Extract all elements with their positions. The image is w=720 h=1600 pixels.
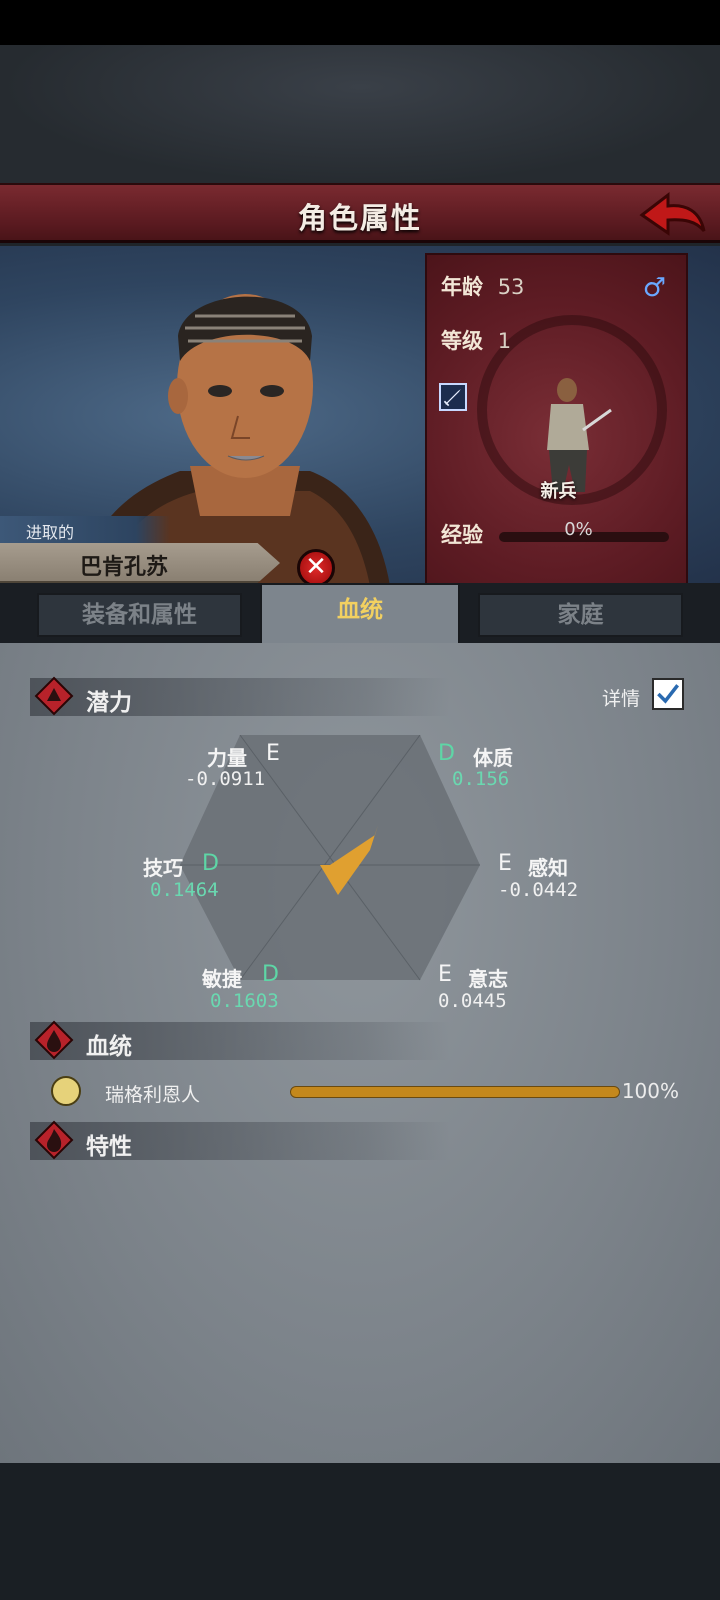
potential-icon <box>34 676 74 716</box>
stat-agility-value: 0.1603 <box>210 990 279 1012</box>
tab-bloodline[interactable]: 血统 <box>260 583 460 643</box>
level-row: 等级 1 <box>441 325 511 355</box>
status-bar <box>0 0 720 45</box>
bottom-background <box>0 1463 720 1600</box>
potential-title: 潜力 <box>86 690 132 716</box>
level-label: 等级 <box>441 329 483 353</box>
traits-header: 特性 <box>30 1120 450 1160</box>
stat-will-value: 0.0445 <box>438 990 507 1012</box>
bloodline-row[interactable]: 瑞格利恩人 100% <box>45 1074 695 1110</box>
level-value: 1 <box>497 329 512 353</box>
class-label: 新兵 <box>540 481 577 502</box>
male-icon: ♂ <box>642 273 666 303</box>
potential-header: 潜力 <box>30 676 450 716</box>
dagger-icon[interactable] <box>439 383 467 411</box>
stat-skill-value: 0.1464 <box>150 879 219 901</box>
age-label: 年龄 <box>441 275 483 299</box>
stat-constitution-value: 0.156 <box>452 768 510 790</box>
tab-equipment[interactable]: 装备和属性 <box>37 593 242 637</box>
stat-strength-value: -0.0911 <box>185 768 266 790</box>
stat-strength-name: 力量 <box>207 746 247 770</box>
stat-perception-grade: E <box>498 851 512 876</box>
tab-bar: 装备和属性 血统 家庭 <box>0 583 720 643</box>
dismiss-button[interactable]: ✕ <box>297 549 335 587</box>
trait-label: 进取的 <box>0 516 170 544</box>
traits-title: 特性 <box>86 1134 132 1160</box>
stat-agility-name: 敏捷 <box>202 967 242 991</box>
bloodline-bar <box>290 1086 620 1098</box>
bloodline-percent: 100% <box>621 1079 679 1103</box>
bloodline-name: 瑞格利恩人 <box>105 1084 201 1106</box>
title-banner: 角色属性 <box>0 183 720 243</box>
stat-skill-grade: D <box>202 851 219 876</box>
bloodline-title: 血统 <box>86 1034 132 1060</box>
stat-constitution-grade: D <box>438 741 455 766</box>
close-icon: ✕ <box>305 552 327 582</box>
flame-icon <box>34 1120 74 1160</box>
age-row: 年龄 53 <box>441 271 524 301</box>
details-label: 详情 <box>602 688 641 710</box>
stat-will-name: 意志 <box>468 967 508 991</box>
exp-value: 0% <box>564 519 593 540</box>
stat-constitution-name: 体质 <box>473 746 513 770</box>
blood-drop-icon <box>34 1020 74 1060</box>
name-plate[interactable]: 巴肯孔苏 <box>0 543 280 583</box>
info-card: 年龄 53 ♂ 等级 1 新兵 经验 0% <box>425 253 688 590</box>
page-title: 角色属性 <box>297 201 422 235</box>
stat-skill-name: 技巧 <box>143 856 183 880</box>
background <box>0 45 720 185</box>
tab-family[interactable]: 家庭 <box>478 593 683 637</box>
stat-will-grade: E <box>438 962 452 987</box>
stat-strength-grade: E <box>266 741 280 766</box>
stat-perception-name: 感知 <box>528 856 568 880</box>
age-value: 53 <box>497 275 525 299</box>
stat-perception-value: -0.0442 <box>498 879 579 901</box>
bloodline-emblem-icon <box>51 1076 81 1106</box>
back-arrow-icon[interactable] <box>638 189 708 241</box>
checkmark-icon <box>657 684 680 704</box>
bloodline-header: 血统 <box>30 1020 450 1060</box>
character-name: 巴肯孔苏 <box>80 555 169 580</box>
details-checkbox[interactable] <box>652 678 684 710</box>
stat-agility-grade: D <box>262 962 279 987</box>
